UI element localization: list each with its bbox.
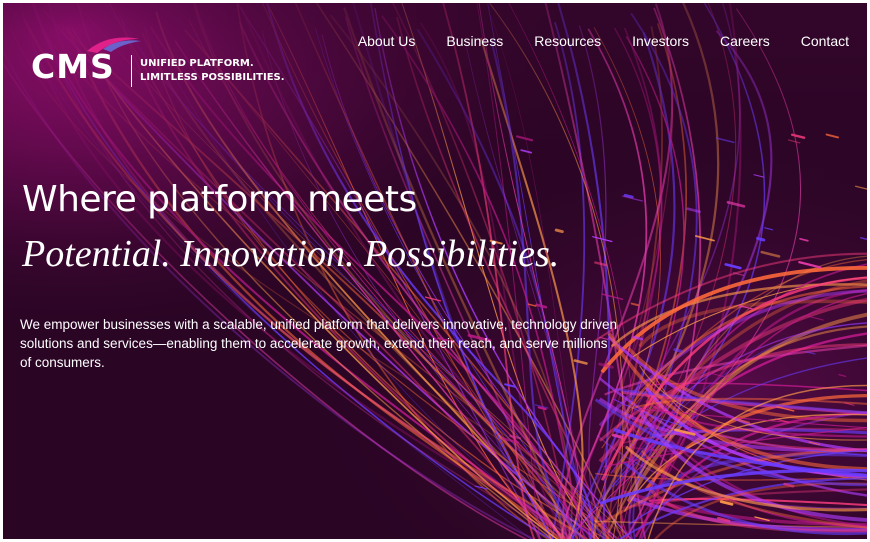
logo-wordmark: CMS [31, 47, 115, 86]
brand-logo[interactable]: CMS UNIFIED PLATFORM. LIMITLESS POSSIBIL… [31, 33, 311, 93]
nav-contact[interactable]: Contact [801, 33, 849, 49]
nav-investors[interactable]: Investors [632, 33, 689, 49]
logo-tagline-line2: LIMITLESS POSSIBILITIES. [140, 72, 285, 83]
logo-tagline: UNIFIED PLATFORM. LIMITLESS POSSIBILITIE… [140, 57, 285, 85]
nav-about-us[interactable]: About Us [358, 33, 416, 49]
nav-careers[interactable]: Careers [720, 33, 770, 49]
hero-subtitle: Potential. Innovation. Possibilities. [22, 233, 560, 275]
logo-tagline-line1: UNIFIED PLATFORM. [140, 58, 254, 69]
logo-divider [131, 55, 132, 87]
main-nav: About Us Business Resources Investors Ca… [327, 33, 849, 49]
nav-resources[interactable]: Resources [534, 33, 601, 49]
hero-description: We empower businesses with a scalable, u… [20, 317, 618, 370]
hero-title: Where platform meets [22, 179, 417, 220]
hero-banner: CMS UNIFIED PLATFORM. LIMITLESS POSSIBIL… [3, 3, 867, 539]
nav-business[interactable]: Business [446, 33, 503, 49]
